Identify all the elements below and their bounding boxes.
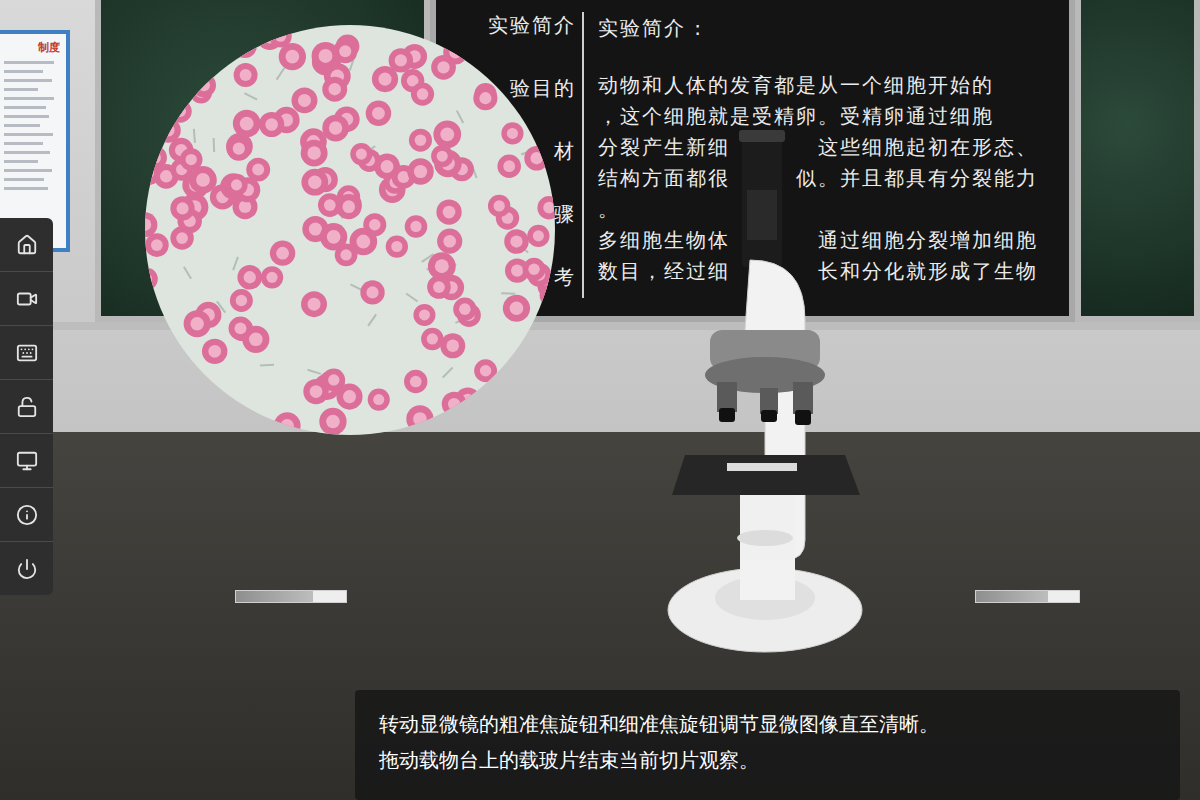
poster-line (4, 79, 52, 82)
home-icon (16, 234, 38, 256)
power-icon (16, 558, 38, 580)
sidebar (0, 218, 53, 595)
instruction-caption: 转动显微镜的粗准焦旋钮和细准焦旋钮调节显微图像直至清晰。拖动载物台上的载玻片结束… (355, 690, 1180, 800)
glass-slide[interactable] (975, 590, 1080, 603)
menu-item[interactable]: 骤 (554, 203, 576, 225)
intro-title: 实验简介 : (598, 16, 1047, 40)
intro-text: 通过细胞分裂增加细胞 (818, 227, 1038, 254)
menu-item[interactable]: 实验简介 (488, 14, 576, 36)
intro-text: 长和分化就形成了生物 (818, 258, 1038, 285)
monitor-icon (16, 450, 38, 472)
poster-line (4, 70, 43, 73)
info-icon (16, 504, 38, 526)
poster-line (4, 169, 52, 172)
poster-line (4, 151, 50, 154)
intro-text: 结构方面都很 (598, 165, 730, 192)
menu-item[interactable]: 考 (554, 266, 576, 288)
poster-title: 制度 (4, 40, 60, 55)
microscope-icon[interactable] (655, 120, 875, 660)
sidebar-button[interactable] (0, 326, 53, 380)
intro-line: 多细胞生物体 通过细胞分裂增加细胞 (598, 225, 1038, 256)
intro-text: 动物和人体的发育都是从一个细胞开始的 (598, 72, 994, 99)
poster-line (4, 178, 44, 181)
virtual-lab-scene: 制度 实验简介验目的材骤考 实验简介 : 动物和人体的发育都是从一个细胞开始的 ，这个细… (0, 0, 1200, 800)
intro-text: ，这个细胞就是受精卵。受精卵通过细胞 (598, 103, 994, 130)
unlock-icon (16, 396, 38, 418)
intro-line: 结构方面都很 似。并且都具有分裂能力 (598, 163, 1038, 194)
intro-panel: 实验简介 : 动物和人体的发育都是从一个细胞开始的 ，这个细胞就是受精卵。受精卵通过… (584, 12, 1069, 298)
sidebar-button[interactable] (0, 218, 53, 272)
caption-line: 拖动载物台上的载玻片结束当前切片观察。 (379, 744, 1156, 776)
intro-text: 数目，经过细 (598, 258, 730, 285)
intro-text: 。 (598, 196, 620, 223)
poster-line (4, 106, 46, 109)
intro-text: 似。并且都具有分裂能力 (796, 165, 1038, 192)
poster-line (4, 142, 43, 145)
menu-item[interactable]: 材 (554, 140, 576, 162)
sidebar-button[interactable] (0, 542, 53, 595)
video-icon (16, 288, 38, 310)
poster-line (4, 61, 54, 64)
poster-line (4, 115, 49, 118)
sidebar-button[interactable] (0, 488, 53, 542)
poster-line (4, 124, 40, 127)
glass-slide[interactable] (235, 590, 347, 603)
intro-text: 这些细胞起初在形态、 (818, 134, 1038, 161)
caption-line: 转动显微镜的粗准焦旋钮和细准焦旋钮调节显微图像直至清晰。 (379, 708, 1156, 740)
keyboard-icon (16, 342, 38, 364)
blood-cells-icon (145, 25, 555, 435)
intro-line: 数目，经过细 长和分化就形成了生物 (598, 256, 1038, 287)
sidebar-button[interactable] (0, 434, 53, 488)
poster-line (4, 88, 38, 91)
poster-line (4, 97, 54, 100)
microscope-view (145, 25, 555, 435)
intro-text: 多细胞生物体 (598, 227, 730, 254)
intro-line: 动物和人体的发育都是从一个细胞开始的 (598, 70, 1038, 101)
poster-line (4, 133, 53, 136)
menu-item[interactable]: 验目的 (510, 77, 576, 99)
sidebar-button[interactable] (0, 380, 53, 434)
poster-line (4, 187, 48, 190)
intro-line: ，这个细胞就是受精卵。受精卵通过细胞 (598, 101, 1038, 132)
intro-line: 分裂产生新细 这些细胞起初在形态、 (598, 132, 1038, 163)
intro-line: 。 (598, 194, 1038, 225)
intro-text: 分裂产生新细 (598, 134, 730, 161)
green-board (1075, 0, 1200, 322)
sidebar-button[interactable] (0, 272, 53, 326)
poster-line (4, 160, 38, 163)
